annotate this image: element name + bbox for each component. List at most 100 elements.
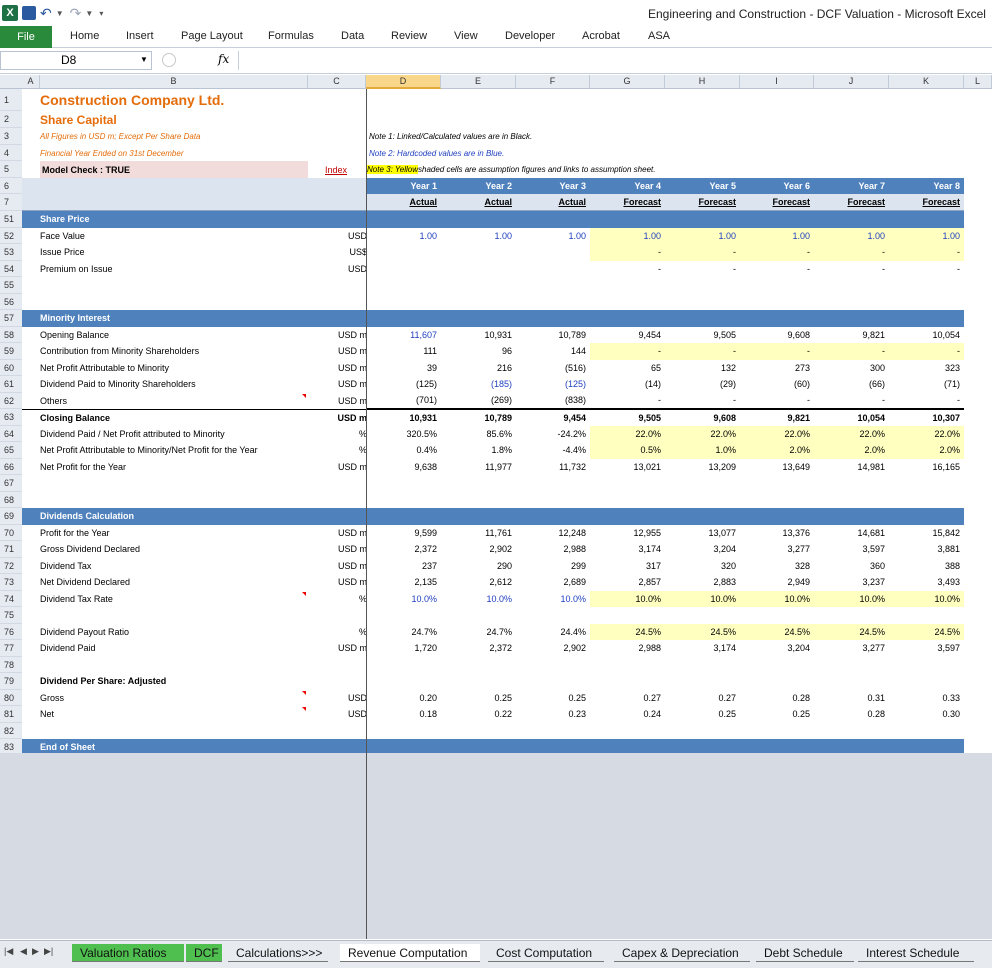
row-header[interactable]: 4 <box>0 145 22 161</box>
value-cell[interactable]: 2,372 <box>366 541 441 558</box>
value-cell[interactable]: 10.0% <box>516 591 590 608</box>
value-cell[interactable]: 132 <box>665 360 740 377</box>
column-header-b[interactable]: B <box>40 75 308 89</box>
insert-function-icon[interactable]: fx <box>218 52 229 66</box>
comment-indicator-icon[interactable] <box>302 591 306 596</box>
row-header[interactable]: 62 <box>0 392 22 409</box>
value-cell[interactable]: 320 <box>665 558 740 575</box>
value-cell[interactable]: 3,597 <box>889 640 964 657</box>
column-header-a[interactable]: A <box>22 75 40 89</box>
value-cell[interactable]: 1.0% <box>665 442 740 459</box>
tab-data[interactable]: Data <box>341 30 364 42</box>
undo-icon[interactable]: ↶ <box>40 4 52 22</box>
row-header[interactable]: 76 <box>0 623 22 640</box>
row-header[interactable]: 51 <box>0 211 22 228</box>
tab-page-layout[interactable]: Page Layout <box>181 30 243 42</box>
value-cell[interactable]: 299 <box>516 558 590 575</box>
column-header-g[interactable]: G <box>590 75 665 89</box>
value-cell[interactable]: 10,789 <box>516 327 590 344</box>
value-cell[interactable]: (125) <box>366 376 441 393</box>
value-cell[interactable]: 0.31 <box>814 690 889 707</box>
value-cell[interactable]: - <box>814 261 889 278</box>
value-cell[interactable]: (60) <box>740 376 814 393</box>
value-cell[interactable]: 10,931 <box>366 410 441 426</box>
tab-file[interactable]: File <box>0 26 52 48</box>
value-cell[interactable]: 300 <box>814 360 889 377</box>
sheet-tab[interactable]: Capex & Depreciation <box>614 944 750 962</box>
value-cell[interactable]: 12,248 <box>516 525 590 542</box>
value-cell[interactable]: 2,988 <box>590 640 665 657</box>
value-cell[interactable]: 9,599 <box>366 525 441 542</box>
value-cell[interactable]: 10.0% <box>590 590 665 607</box>
value-cell[interactable]: 3,277 <box>814 640 889 657</box>
value-cell[interactable]: 10.0% <box>366 591 441 608</box>
value-cell[interactable]: 1.00 <box>665 227 740 244</box>
value-cell[interactable]: 2,372 <box>441 640 516 657</box>
value-cell[interactable]: 24.7% <box>441 624 516 641</box>
comment-indicator-icon[interactable] <box>302 690 306 695</box>
value-cell[interactable]: 9,505 <box>665 327 740 344</box>
value-cell[interactable]: - <box>590 393 665 409</box>
value-cell[interactable]: 1.8% <box>441 442 516 459</box>
value-cell[interactable]: 9,821 <box>740 410 814 426</box>
value-cell[interactable]: 2,689 <box>516 574 590 591</box>
value-cell[interactable]: - <box>665 244 740 261</box>
value-cell[interactable]: 328 <box>740 558 814 575</box>
sheet-tab[interactable]: Valuation Ratios <box>72 944 184 962</box>
value-cell[interactable]: 22.0% <box>590 425 665 442</box>
value-cell[interactable]: 0.25 <box>441 690 516 707</box>
column-header-d[interactable]: D <box>366 75 441 89</box>
row-header[interactable]: 1 <box>0 89 22 111</box>
value-cell[interactable]: 0.24 <box>590 706 665 723</box>
row-header[interactable]: 75 <box>0 607 22 624</box>
value-cell[interactable]: - <box>665 343 740 360</box>
sheet-tab[interactable]: Interest Schedule <box>858 944 974 962</box>
tab-acrobat[interactable]: Acrobat <box>582 30 620 42</box>
comment-indicator-icon[interactable] <box>302 393 306 398</box>
value-cell[interactable]: 0.25 <box>665 706 740 723</box>
row-header[interactable]: 58 <box>0 326 22 343</box>
value-cell[interactable]: 3,493 <box>889 574 964 591</box>
value-cell[interactable]: 9,454 <box>590 327 665 344</box>
formula-input[interactable] <box>238 51 992 70</box>
row-header[interactable]: 6 <box>0 178 22 194</box>
value-cell[interactable]: - <box>889 261 964 278</box>
value-cell[interactable]: - <box>889 244 964 261</box>
sheet-tab[interactable]: DCF <box>186 944 222 962</box>
value-cell[interactable]: -24.2% <box>516 426 590 443</box>
row-header[interactable]: 59 <box>0 343 22 360</box>
value-cell[interactable]: - <box>814 343 889 360</box>
value-cell[interactable] <box>441 244 516 261</box>
tab-view[interactable]: View <box>454 30 478 42</box>
value-cell[interactable]: 2,883 <box>665 574 740 591</box>
value-cell[interactable]: 237 <box>366 558 441 575</box>
value-cell[interactable]: 1.00 <box>889 227 964 244</box>
value-cell[interactable]: 10,307 <box>889 410 964 426</box>
value-cell[interactable]: 10.0% <box>889 590 964 607</box>
value-cell[interactable]: 3,204 <box>740 640 814 657</box>
value-cell[interactable]: 10.0% <box>441 591 516 608</box>
value-cell[interactable]: (29) <box>665 376 740 393</box>
value-cell[interactable]: 2,988 <box>516 541 590 558</box>
value-cell[interactable]: - <box>814 244 889 261</box>
next-sheet-icon[interactable]: ▶ <box>32 946 39 957</box>
value-cell[interactable]: 16,165 <box>889 459 964 476</box>
value-cell[interactable]: 0.28 <box>740 690 814 707</box>
value-cell[interactable]: - <box>590 343 665 360</box>
value-cell[interactable]: 2,949 <box>740 574 814 591</box>
value-cell[interactable]: 15,842 <box>889 525 964 542</box>
value-cell[interactable]: 22.0% <box>665 425 740 442</box>
value-cell[interactable]: 3,277 <box>740 541 814 558</box>
row-header[interactable]: 53 <box>0 244 22 261</box>
redo-icon[interactable]: ↷ <box>70 4 82 22</box>
value-cell[interactable]: 2.0% <box>740 442 814 459</box>
sheet-tab[interactable]: Revenue Computation <box>340 944 480 962</box>
value-cell[interactable]: - <box>665 393 740 409</box>
comment-indicator-icon[interactable] <box>302 707 306 711</box>
value-cell[interactable]: (185) <box>441 376 516 393</box>
value-cell[interactable]: 2.0% <box>889 442 964 459</box>
row-header[interactable]: 2 <box>0 111 22 128</box>
row-header[interactable]: 80 <box>0 689 22 706</box>
prev-sheet-icon[interactable]: ◀ <box>20 946 27 957</box>
row-header[interactable]: 60 <box>0 359 22 376</box>
